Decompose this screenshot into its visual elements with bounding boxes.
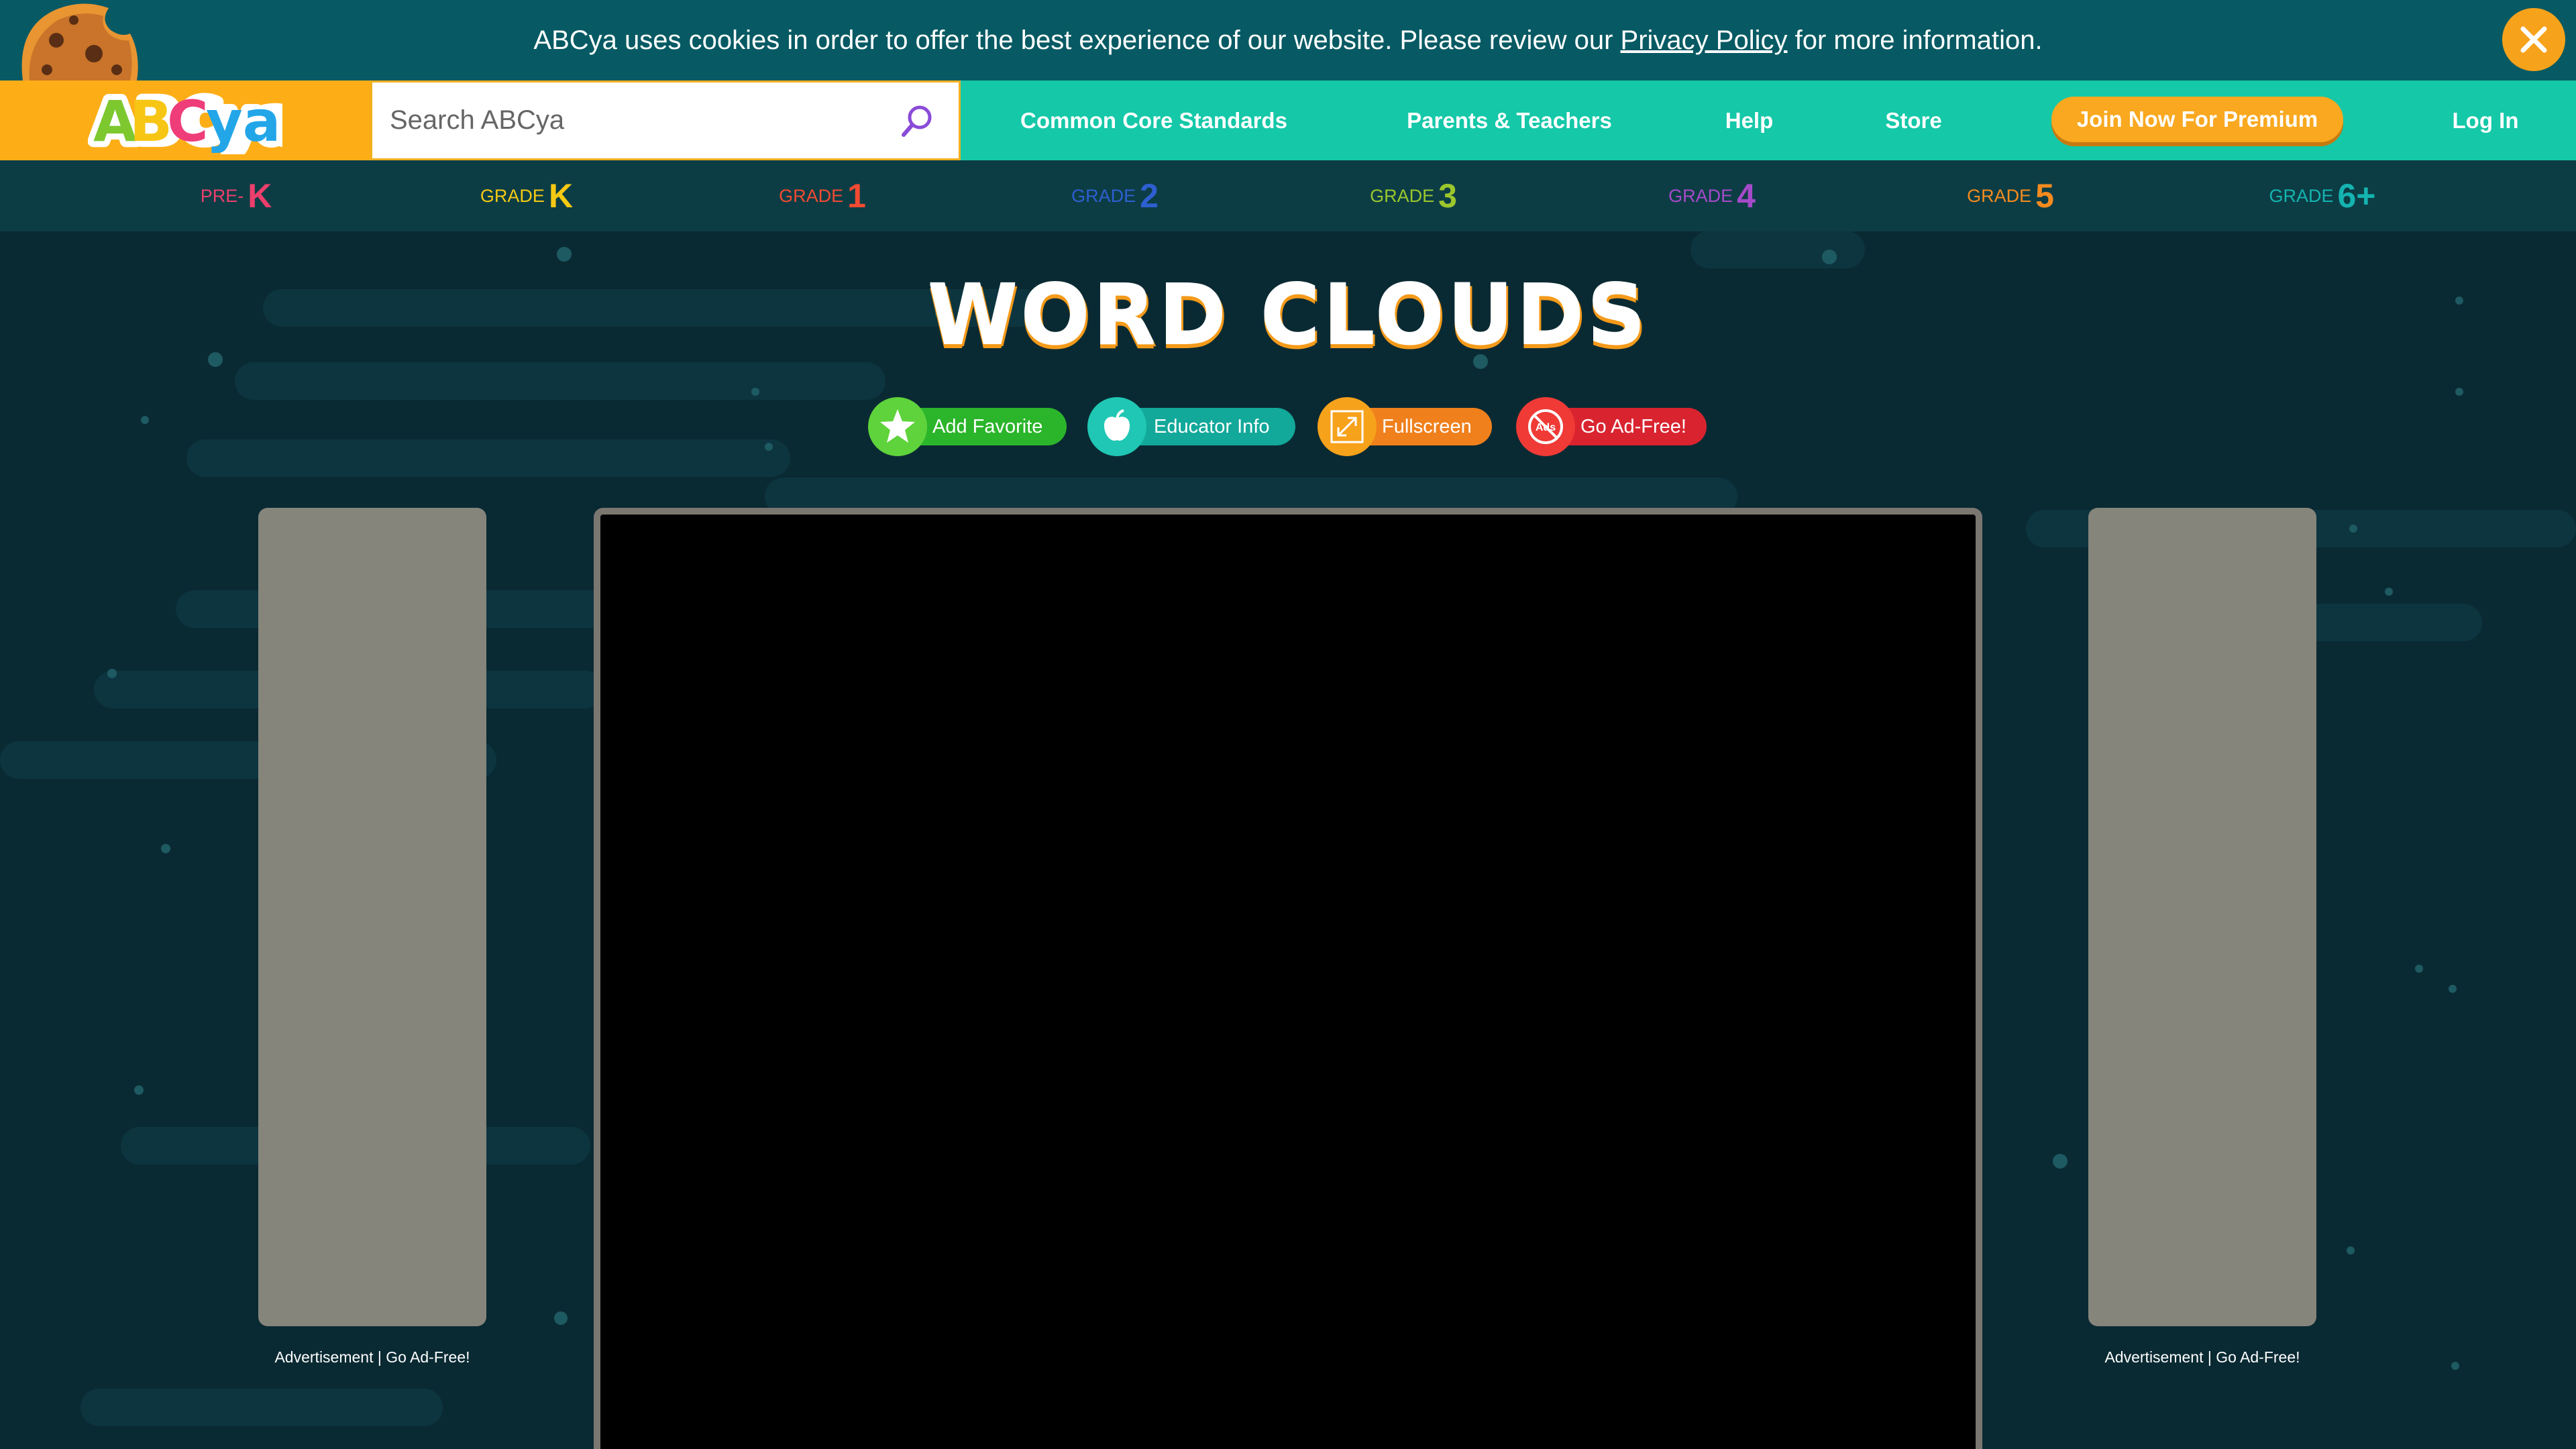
close-icon	[2520, 26, 2547, 53]
add-favorite-button[interactable]: Add Favorite	[868, 397, 1067, 456]
apple-icon	[1104, 409, 1130, 441]
close-cookie-banner-button[interactable]	[2502, 8, 2565, 71]
search-box	[370, 80, 961, 160]
no-ads-icon: Ads	[1528, 409, 1563, 444]
nav-common-core-standards[interactable]: Common Core Standards	[1006, 80, 1301, 160]
advertisement-left	[258, 508, 486, 1326]
grade-5[interactable]: GRADE 5	[1943, 160, 2078, 231]
advertisement-label-left[interactable]: Advertisement | Go Ad-Free!	[258, 1348, 486, 1366]
abcya-logo[interactable]: ABCya A B C ya	[0, 80, 370, 160]
grade-6-plus[interactable]: GRADE 6+	[2249, 160, 2396, 231]
advertisement-right	[2088, 508, 2316, 1326]
join-premium-button[interactable]: Join Now For Premium	[2051, 97, 2343, 142]
grade-1[interactable]: GRADE 1	[755, 160, 890, 231]
search-input[interactable]	[390, 83, 886, 158]
grade-nav: PRE- K GRADE K GRADE 1 GRADE 2 GRADE 3 GRADE 4…	[0, 160, 2576, 231]
nav-store[interactable]: Store	[1862, 80, 1966, 160]
educator-info-button[interactable]: Educator Info	[1087, 397, 1295, 456]
grade-pre-k[interactable]: PRE- K	[169, 160, 303, 231]
search-icon[interactable]	[897, 101, 937, 142]
grade-4[interactable]: GRADE 4	[1645, 160, 1779, 231]
login-link[interactable]: Log In	[2432, 80, 2539, 160]
logo-image: ABCya A B C ya	[88, 87, 282, 154]
site-header: ABCya A B C ya Common Core Standards Par…	[0, 80, 2576, 160]
go-ad-free-button[interactable]: Ads Go Ad-Free!	[1516, 397, 1707, 456]
advertisement-label-right[interactable]: Advertisement | Go Ad-Free!	[2088, 1348, 2316, 1366]
nav-parents-teachers[interactable]: Parents & Teachers	[1375, 80, 1644, 160]
privacy-policy-link[interactable]: Privacy Policy	[1621, 25, 1788, 55]
svg-text:ya: ya	[206, 89, 280, 154]
svg-text:C: C	[167, 89, 209, 154]
game-title: WORD CLOUDS	[927, 268, 1649, 364]
fullscreen-icon	[1330, 410, 1364, 443]
grade-k[interactable]: GRADE K	[460, 160, 594, 231]
cookie-message: ABCya uses cookies in order to offer the…	[533, 25, 2043, 55]
grade-3[interactable]: GRADE 3	[1346, 160, 1481, 231]
nav-help[interactable]: Help	[1704, 80, 1794, 160]
cookie-banner: ABCya uses cookies in order to offer the…	[0, 0, 2576, 80]
grade-2[interactable]: GRADE 2	[1048, 160, 1182, 231]
star-icon	[880, 409, 915, 443]
fullscreen-button[interactable]: Fullscreen	[1318, 397, 1492, 456]
game-canvas[interactable]	[594, 508, 1982, 1449]
svg-text:B: B	[129, 89, 172, 154]
